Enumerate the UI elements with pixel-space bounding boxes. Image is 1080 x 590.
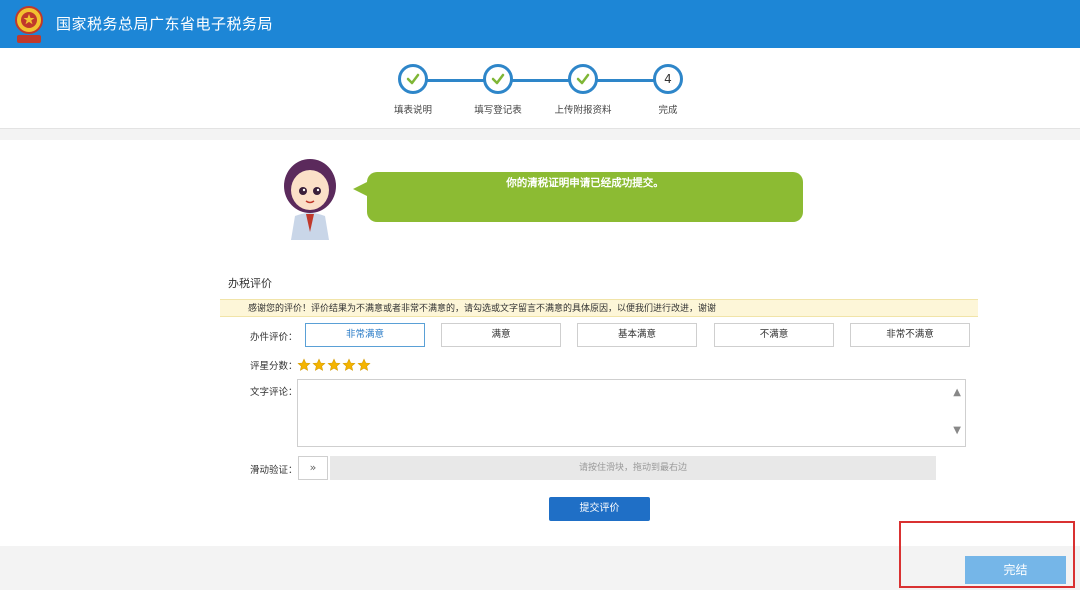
scroll-down-icon[interactable]: ▼	[953, 426, 961, 436]
star-icon[interactable]	[342, 358, 356, 372]
step-label: 填写登记表	[474, 105, 522, 116]
score-label: 评星分数：	[250, 361, 298, 372]
tax-emblem-icon	[15, 6, 43, 43]
step-fill-form: 填写登记表	[453, 64, 543, 116]
evaluation-title: 办税评价	[228, 277, 272, 290]
comment-textarea[interactable]: ▲ ▼	[297, 379, 966, 447]
rating-dissatisfied-button[interactable]: 不满意	[714, 323, 834, 347]
evaluation-notice: 感谢您的评价！评价结果为不满意或者非常不满意的，请勾选或文字留言不满意的具体原因…	[220, 299, 978, 317]
slider-track[interactable]: 请按住滑块，拖动到最右边	[330, 456, 936, 480]
rating-label: 办件评价：	[250, 332, 298, 343]
success-message-bubble: 你的清税证明申请已经成功提交。	[353, 172, 803, 222]
step-number: 4	[664, 72, 672, 86]
rating-satisfied-button[interactable]: 满意	[441, 323, 561, 347]
step-circle: 4	[653, 64, 683, 94]
step-circle	[398, 64, 428, 94]
step-label: 填表说明	[393, 105, 432, 116]
step-label: 完成	[658, 105, 678, 116]
step-fill-instructions: 填表说明	[368, 64, 458, 116]
scroll-up-icon[interactable]: ▲	[953, 388, 961, 398]
header-bar: 国家税务总局广东省电子税务局	[0, 0, 1080, 48]
rating-very-satisfied-button[interactable]: 非常满意	[305, 323, 425, 347]
rating-basically-satisfied-button[interactable]: 基本满意	[577, 323, 697, 347]
progress-steps: 填表说明 填写登记表 上传附报资料 4 完成	[0, 48, 1080, 129]
star-rating[interactable]	[297, 357, 372, 373]
step-complete: 4 完成	[623, 64, 713, 116]
step-upload: 上传附报资料	[538, 64, 628, 116]
step-label: 上传附报资料	[554, 105, 612, 116]
step-circle	[568, 64, 598, 94]
slider-handle[interactable]: »	[298, 456, 328, 480]
star-icon[interactable]	[297, 358, 311, 372]
success-message: 你的清税证明申请已经成功提交。	[506, 177, 664, 189]
highlight-annotation	[899, 521, 1075, 588]
check-icon	[406, 73, 420, 85]
star-icon[interactable]	[327, 358, 341, 372]
comment-label: 文字评论：	[250, 387, 298, 398]
slider-label: 滑动验证：	[250, 465, 298, 476]
check-icon	[576, 73, 590, 85]
rating-very-dissatisfied-button[interactable]: 非常不满意	[850, 323, 970, 347]
assistant-avatar-icon	[284, 159, 336, 240]
star-icon[interactable]	[312, 358, 326, 372]
check-icon	[491, 73, 505, 85]
star-icon[interactable]	[357, 358, 371, 372]
submit-evaluation-button[interactable]: 提交评价	[549, 497, 650, 521]
step-circle	[483, 64, 513, 94]
site-title: 国家税务总局广东省电子税务局	[56, 15, 274, 33]
